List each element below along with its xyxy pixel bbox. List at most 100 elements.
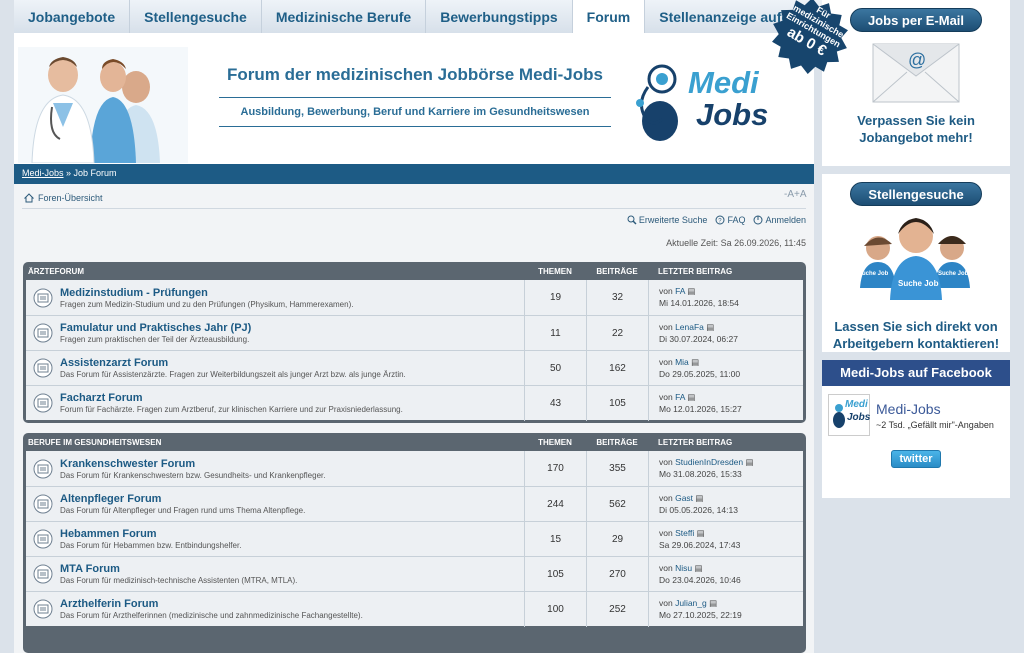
- section-title: BERUFE IM GESUNDHEITSWESEN: [28, 437, 162, 447]
- forum-row[interactable]: Medizinstudium - Prüfungen Fragen zum Med…: [26, 280, 803, 315]
- last-post: von FA ▤ Mo 12.01.2026, 15:27: [648, 385, 803, 421]
- tab-medizinische-berufe[interactable]: Medizinische Berufe: [261, 0, 427, 33]
- breadcrumb: Medi-Jobs » Job Forum: [14, 164, 814, 184]
- last-post: von Mia ▤ Do 29.05.2025, 11:00: [648, 350, 803, 386]
- forum-title-link[interactable]: Assistenzarzt Forum: [60, 357, 524, 369]
- facebook-page-name[interactable]: Medi-Jobs: [876, 401, 994, 417]
- column-last-post: LETZTER BEITRAG: [658, 266, 733, 276]
- logo-text-jobs: Jobs: [696, 97, 769, 132]
- section-header: BERUFE IM GESUNDHEITSWESEN THEMEN BEITRÄ…: [26, 433, 803, 451]
- forum-title-link[interactable]: MTA Forum: [60, 563, 524, 575]
- forum-title-link[interactable]: Famulatur und Praktisches Jahr (PJ): [60, 322, 524, 334]
- breadcrumb-current: Job Forum: [73, 168, 117, 178]
- email-promo-line-1: Verpassen Sie kein: [857, 113, 975, 128]
- medical-staff-image: [18, 47, 188, 163]
- view-latest-post-icon[interactable]: ▤: [709, 598, 717, 608]
- gesuche-promo-line-1: Lassen Sie sich direkt von: [834, 319, 998, 334]
- view-latest-post-icon[interactable]: ▤: [694, 563, 702, 573]
- advanced-search-link[interactable]: Erweiterte Suche: [627, 215, 707, 225]
- last-post-author[interactable]: Nisu: [675, 563, 692, 573]
- forum-title-link[interactable]: Facharzt Forum: [60, 392, 524, 404]
- tab-stellengesuche[interactable]: Stellengesuche: [130, 0, 262, 33]
- view-latest-post-icon[interactable]: ▤: [691, 357, 699, 367]
- view-latest-post-icon[interactable]: ▤: [746, 457, 754, 467]
- forum-read-icon: [26, 564, 60, 584]
- forum-read-icon: [26, 323, 60, 343]
- last-post-author[interactable]: Gast: [675, 493, 693, 503]
- logo-text-medi: Medi: [688, 65, 759, 100]
- last-post-by: von: [659, 391, 676, 402]
- last-post-by: von: [659, 562, 676, 573]
- envelope-icon[interactable]: @: [871, 42, 961, 106]
- view-latest-post-icon[interactable]: ▤: [706, 322, 714, 332]
- post-count: 29: [586, 521, 648, 557]
- stellengesuche-button[interactable]: Stellengesuche: [850, 182, 982, 206]
- last-post-author[interactable]: Mia: [675, 357, 689, 367]
- last-post-date: Mo 27.10.2025, 22:19: [659, 609, 742, 620]
- forum-description: Das Forum für Krankenschwestern bzw. Ges…: [60, 470, 326, 480]
- font-size-control[interactable]: -A+A: [784, 189, 807, 200]
- avatar-logo-medi: Medi: [845, 399, 868, 410]
- last-post-author[interactable]: Steffi: [675, 528, 694, 538]
- title-divider-bottom: [219, 126, 611, 127]
- jobs-per-email-button[interactable]: Jobs per E-Mail: [850, 8, 982, 32]
- people-icon: [860, 218, 970, 300]
- topic-count: 15: [524, 521, 586, 557]
- forum-description: Fragen zum Medizin-Studium und zu den Pr…: [60, 299, 354, 309]
- forum-description: Das Forum für medizinisch-technische Ass…: [60, 576, 298, 585]
- forum-title-link[interactable]: Arzthelferin Forum: [60, 598, 524, 610]
- topic-count: 11: [524, 315, 586, 351]
- job-seekers-image[interactable]: Suche Job Suche Job Suche Job: [856, 212, 976, 308]
- forum-row[interactable]: Assistenzarzt Forum Das Forum für Assiste…: [26, 350, 803, 386]
- facebook-page-avatar[interactable]: Medi Jobs: [828, 394, 870, 436]
- forum-rows: Krankenschwester Forum Das Forum für Kran…: [26, 451, 803, 627]
- last-post: von Julian_g ▤ Mo 27.10.2025, 22:19: [648, 591, 803, 627]
- tab-bewerbungstipps[interactable]: Bewerbungstipps: [426, 0, 573, 33]
- tab-forum[interactable]: Forum: [572, 0, 646, 34]
- forum-section-gesundheitswesen: BERUFE IM GESUNDHEITSWESEN THEMEN BEITRÄ…: [23, 433, 806, 653]
- facebook-page-widget: Medi Jobs Medi-Jobs ~2 Tsd. „Gefällt mir…: [822, 386, 1010, 436]
- column-topics: THEMEN: [538, 266, 572, 276]
- badge-suche-job-left: Suche Job: [858, 271, 889, 277]
- topic-count: 244: [524, 486, 586, 522]
- forum-row[interactable]: Famulatur und Praktisches Jahr (PJ) Frage…: [26, 315, 803, 351]
- faq-link[interactable]: ? FAQ: [715, 215, 745, 225]
- forum-row[interactable]: MTA Forum Das Forum für medizinisch-techn…: [26, 556, 803, 592]
- breadcrumb-home-link[interactable]: Medi-Jobs: [22, 168, 64, 178]
- view-latest-post-icon[interactable]: ▤: [697, 528, 705, 538]
- divider: [22, 208, 806, 209]
- column-topics: THEMEN: [538, 437, 572, 447]
- forum-row[interactable]: Facharzt Forum Forum für Fachärzte. Frage…: [26, 385, 803, 421]
- topic-count: 100: [524, 591, 586, 627]
- help-icon: ?: [715, 215, 725, 225]
- last-post-author[interactable]: Julian_g: [675, 598, 707, 608]
- forum-row[interactable]: Krankenschwester Forum Das Forum für Kran…: [26, 451, 803, 486]
- section-header: ÄRZTEFORUM THEMEN BEITRÄGE LETZTER BEITR…: [26, 262, 803, 280]
- forum-description: Fragen zum praktischen der Teil der Ärzt…: [60, 335, 250, 344]
- last-post-author[interactable]: LenaFa: [675, 322, 704, 332]
- forum-title-link[interactable]: Altenpfleger Forum: [60, 493, 524, 505]
- forum-title-link[interactable]: Hebammen Forum: [60, 528, 524, 540]
- forum-row[interactable]: Altenpfleger Forum Das Forum für Altenpfl…: [26, 486, 803, 522]
- twitter-button[interactable]: twitter: [891, 450, 941, 468]
- tab-jobangebote[interactable]: Jobangebote: [14, 0, 131, 33]
- last-post-author[interactable]: StudienInDresden: [675, 457, 743, 467]
- forum-overview-label: Foren-Übersicht: [38, 193, 103, 203]
- post-count: 105: [586, 385, 648, 421]
- last-post-date: Sa 29.06.2024, 17:43: [659, 539, 741, 550]
- forum-description: Das Forum für Hebammen bzw. Entbindungsh…: [60, 541, 242, 550]
- forum-title-link[interactable]: Medizinstudium - Prüfungen: [60, 287, 524, 299]
- main-content: Forum der medizinischen Jobbörse Medi-Jo…: [14, 33, 814, 653]
- last-post-author[interactable]: FA: [675, 392, 685, 402]
- forum-row[interactable]: Arzthelferin Forum Das Forum für Arzthelf…: [26, 591, 803, 627]
- forum-title-link[interactable]: Krankenschwester Forum: [60, 458, 524, 470]
- view-latest-post-icon[interactable]: ▤: [687, 286, 695, 296]
- forum-description: Das Forum für Altenpfleger und Fragen ru…: [60, 506, 306, 515]
- forum-overview-link[interactable]: Foren-Übersicht: [24, 193, 103, 203]
- last-post-author[interactable]: FA: [675, 286, 685, 296]
- view-latest-post-icon[interactable]: ▤: [687, 392, 695, 402]
- view-latest-post-icon[interactable]: ▤: [695, 493, 703, 503]
- login-link[interactable]: Anmelden: [753, 215, 806, 225]
- forum-row[interactable]: Hebammen Forum Das Forum für Hebammen bzw…: [26, 521, 803, 557]
- medi-jobs-logo[interactable]: Medi Jobs: [632, 63, 792, 143]
